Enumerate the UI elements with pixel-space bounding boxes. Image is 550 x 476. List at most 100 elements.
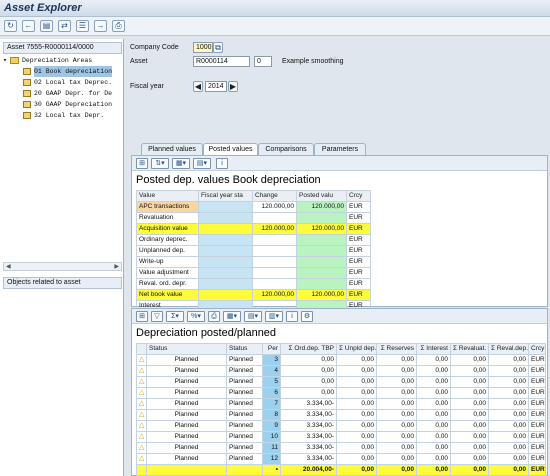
save-icon[interactable]: ▤ bbox=[40, 20, 53, 32]
list-icon[interactable]: ☰ bbox=[76, 20, 89, 32]
tab-parameters[interactable]: Parameters bbox=[314, 143, 366, 155]
scroll-left-icon[interactable]: ◀ bbox=[6, 263, 11, 271]
asset-field[interactable]: R0000114 bbox=[193, 56, 250, 67]
fiscal-year-label: Fiscal year bbox=[130, 83, 164, 90]
tree-item-depreciation-areas[interactable]: ▾ Depreciation Areas bbox=[3, 55, 122, 66]
currency-cell: EUR bbox=[528, 354, 546, 366]
subnumber-field[interactable]: 0 bbox=[254, 56, 272, 67]
sum-icon[interactable]: Σ▾ bbox=[166, 311, 184, 322]
tree-item-32[interactable]: 32 Local tax Depr. bbox=[3, 110, 122, 121]
change-cell: 120.000,00 bbox=[252, 201, 297, 213]
table-row[interactable]: △ Planned Planned 6 0,00 0,00 0,00 0,00 0,00 0,00… bbox=[136, 387, 546, 399]
print-icon[interactable]: ⎙ bbox=[112, 20, 125, 32]
column-header: Σ Unpld dep. bbox=[336, 343, 377, 355]
currency-cell: EUR bbox=[528, 409, 546, 421]
tree-scrollbar[interactable]: ◀ ▶ bbox=[3, 262, 122, 271]
column-header: Crcy bbox=[346, 190, 371, 202]
table-row[interactable]: Acquisition value 120.000,00 120.000,00 EUR bbox=[136, 223, 371, 235]
details-icon[interactable]: ⊞ bbox=[136, 311, 148, 322]
res-cell: 0,00 bbox=[376, 420, 417, 432]
table-row[interactable]: Write-up EUR bbox=[136, 256, 371, 268]
print-grid-icon[interactable]: ⎙ bbox=[208, 311, 220, 322]
table-row[interactable]: △ Planned Planned 9 3.334,00- 0,00 0,00 0,00 0,0… bbox=[136, 420, 546, 432]
unpl-cell: 0,00 bbox=[336, 442, 377, 454]
company-code-field[interactable]: 1000 bbox=[193, 42, 213, 53]
posted-cell bbox=[296, 212, 347, 224]
table-row[interactable]: Ordinary deprec. EUR bbox=[136, 234, 371, 246]
currency-cell: EUR bbox=[528, 398, 546, 410]
tree-item-30[interactable]: 30 GAAP Depreciation bbox=[3, 99, 122, 110]
value-cell: Unplanned dep. bbox=[136, 245, 199, 257]
column-header: Status bbox=[226, 343, 263, 355]
transfer-icon[interactable]: ⇄ bbox=[58, 20, 71, 32]
status-cell: Planned bbox=[226, 420, 263, 432]
table-row[interactable]: APC transactions 120.000,00 120.000,00 EUR bbox=[136, 201, 371, 213]
info-icon[interactable]: i bbox=[216, 158, 228, 169]
table-row[interactable]: △ Planned Planned 12 3.334,00- 0,00 0,00 0,00 0,… bbox=[136, 453, 546, 465]
layout-icon[interactable]: ▤▾ bbox=[193, 158, 211, 169]
unpl-cell: 0,00 bbox=[336, 354, 377, 366]
res-cell: 0,00 bbox=[376, 365, 417, 377]
change-cell bbox=[252, 256, 297, 268]
info-icon[interactable]: i bbox=[286, 311, 298, 322]
filter-icon[interactable]: ▽ bbox=[151, 311, 163, 322]
res-cell: 0,00 bbox=[376, 387, 417, 399]
posted-grid-toolbar: ⊞ ⇅▾ ▦▾ ▤▾ i bbox=[132, 156, 547, 171]
reval-cell: 0,00 bbox=[450, 398, 489, 410]
table-row[interactable]: △ Planned Planned 8 3.334,00- 0,00 0,00 0,00 0,0… bbox=[136, 409, 546, 421]
period-cell: 11 bbox=[262, 442, 281, 454]
sort-icon[interactable]: ⇅▾ bbox=[151, 158, 169, 169]
value-cell: Ordinary deprec. bbox=[136, 234, 199, 246]
export-icon[interactable]: ▦▾ bbox=[172, 158, 190, 169]
table-row[interactable]: Revaluation EUR bbox=[136, 212, 371, 224]
ord-cell: 0,00 bbox=[280, 354, 337, 366]
window-title: Asset Explorer bbox=[4, 2, 82, 14]
expand-icon[interactable]: ▾ bbox=[3, 55, 7, 66]
table-row[interactable]: △ Planned Planned 10 3.334,00- 0,00 0,00 0,00 0,… bbox=[136, 431, 546, 443]
tab-comparisons[interactable]: Comparisons bbox=[258, 143, 314, 155]
table-row[interactable]: Unplanned dep. EUR bbox=[136, 245, 371, 257]
tab-posted-values[interactable]: Posted values bbox=[203, 143, 258, 155]
table-row[interactable]: Net book value 120.000,00 120.000,00 EUR bbox=[136, 289, 371, 301]
scroll-right-icon[interactable]: ▶ bbox=[114, 263, 119, 271]
tree-item-02[interactable]: 02 Local tax Deprec. bbox=[3, 77, 122, 88]
total-res-cell: 0,00 bbox=[376, 464, 417, 476]
reval-cell: 0,00 bbox=[450, 365, 489, 377]
fiscal-year-field[interactable]: 2014 bbox=[205, 81, 227, 92]
arrow-icon[interactable]: → bbox=[94, 20, 107, 32]
subtotal-icon[interactable]: %▾ bbox=[187, 311, 205, 322]
int-cell: 0,00 bbox=[416, 354, 451, 366]
table-row[interactable]: △ Planned Planned 7 3.334,00- 0,00 0,00 0,00 0,0… bbox=[136, 398, 546, 410]
copy-icon[interactable]: ⧉ bbox=[213, 42, 223, 53]
table-row[interactable]: △ Planned Planned 3 0,00 0,00 0,00 0,00 0,00 0,00… bbox=[136, 354, 546, 366]
table-row[interactable]: △ Planned Planned 4 0,00 0,00 0,00 0,00 0,00 0,00… bbox=[136, 365, 546, 377]
previous-year-icon[interactable]: ◀ bbox=[193, 81, 203, 92]
graphic-icon[interactable]: ▥▾ bbox=[265, 311, 283, 322]
settings-icon[interactable]: ⚙ bbox=[301, 311, 313, 322]
warning-icon: △ bbox=[136, 387, 147, 399]
table-row[interactable]: △ Planned Planned 11 3.334,00- 0,00 0,00 0,00 0,… bbox=[136, 442, 546, 454]
fy-start-cell bbox=[198, 289, 253, 301]
tree-item-01[interactable]: 01 Book depreciation bbox=[3, 66, 122, 77]
depr-grid-toolbar: ⊞ ▽ Σ▾ %▾ ⎙ ▦▾ ▤▾ ▥▾ i ⚙ bbox=[132, 309, 547, 324]
table-row[interactable]: Value adjustment EUR bbox=[136, 267, 371, 279]
next-year-icon[interactable]: ▶ bbox=[228, 81, 238, 92]
details-icon[interactable]: ⊞ bbox=[136, 158, 148, 169]
tab-planned-values[interactable]: Planned values bbox=[141, 143, 203, 155]
reval-cell: 0,00 bbox=[450, 442, 489, 454]
main-area: Company Code 1000 ⧉ Asset R0000114 0 Exa… bbox=[127, 39, 550, 476]
tree-item-20[interactable]: 20 GAAP Depr. for De bbox=[3, 88, 122, 99]
layout-icon[interactable]: ▤▾ bbox=[244, 311, 262, 322]
related-objects-header: Objects related to asset bbox=[3, 277, 122, 289]
fy-start-cell bbox=[198, 234, 253, 246]
table-row[interactable]: Reval. ord. depr. EUR bbox=[136, 278, 371, 290]
area-icon bbox=[23, 112, 31, 119]
export-icon[interactable]: ▦▾ bbox=[223, 311, 241, 322]
company-code-label: Company Code bbox=[130, 44, 179, 51]
folder-icon bbox=[10, 57, 19, 64]
status-cell: Planned bbox=[226, 453, 263, 465]
refresh-icon[interactable]: ↻ bbox=[4, 20, 17, 32]
back-icon[interactable]: ← bbox=[22, 20, 35, 32]
res-cell: 0,00 bbox=[376, 376, 417, 388]
table-row[interactable]: △ Planned Planned 5 0,00 0,00 0,00 0,00 0,00 0,00… bbox=[136, 376, 546, 388]
